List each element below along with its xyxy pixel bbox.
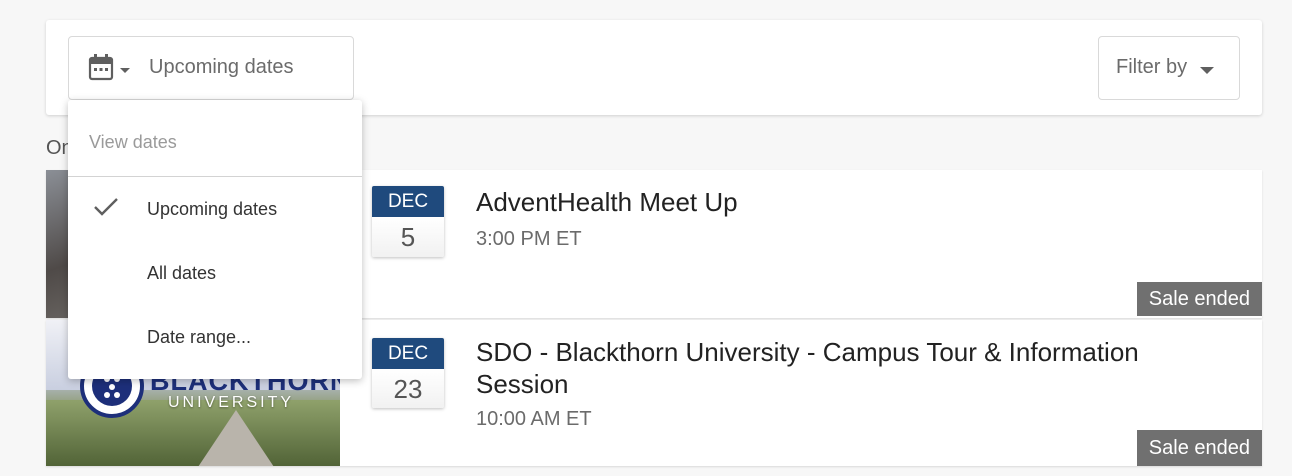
image-logo-subtext: UNIVERSITY bbox=[168, 394, 295, 411]
date-select-label: Upcoming dates bbox=[149, 56, 294, 78]
dropdown-item-date-range[interactable]: Date range... bbox=[68, 306, 362, 370]
filter-by-button[interactable]: Filter by bbox=[1098, 36, 1240, 100]
dropdown-item-label: Upcoming dates bbox=[147, 199, 278, 219]
caret-down-icon bbox=[120, 68, 130, 73]
filter-by-label: Filter by bbox=[1116, 56, 1188, 78]
event-title[interactable]: SDO - Blackthorn University - Campus Tou… bbox=[476, 336, 1216, 400]
event-time: 3:00 PM ET bbox=[476, 228, 582, 250]
event-title[interactable]: AdventHealth Meet Up bbox=[476, 186, 1216, 218]
dropdown-item-upcoming-dates[interactable]: Upcoming dates bbox=[68, 178, 362, 242]
date-select-button[interactable]: Upcoming dates bbox=[68, 36, 354, 100]
check-icon bbox=[94, 198, 118, 216]
status-badge: Sale ended bbox=[1136, 282, 1262, 316]
event-time: 10:00 AM ET bbox=[476, 408, 592, 430]
date-badge-month: DEC bbox=[372, 186, 444, 217]
date-badge: DEC 23 bbox=[372, 338, 444, 408]
date-badge-day: 5 bbox=[372, 217, 444, 257]
calendar-icon bbox=[88, 54, 114, 81]
dropdown-item-label: All dates bbox=[147, 263, 217, 283]
dropdown-item-label: Date range... bbox=[147, 327, 252, 347]
date-badge-day: 23 bbox=[372, 369, 444, 408]
dropdown-item-all-dates[interactable]: All dates bbox=[68, 242, 362, 306]
status-badge: Sale ended bbox=[1136, 430, 1262, 466]
dropdown-header: View dates bbox=[68, 100, 362, 177]
view-dates-dropdown: View dates Upcoming dates All dates Date… bbox=[68, 100, 362, 379]
chevron-down-icon bbox=[1200, 67, 1214, 74]
date-badge: DEC 5 bbox=[372, 186, 444, 257]
date-badge-month: DEC bbox=[372, 338, 444, 369]
